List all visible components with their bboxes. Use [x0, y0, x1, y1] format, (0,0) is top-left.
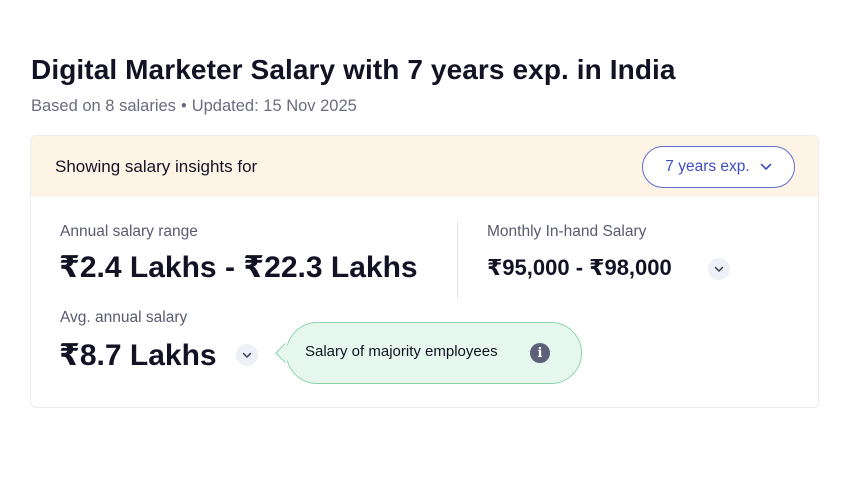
- salaries-count: Based on 8 salaries: [31, 97, 176, 115]
- page-title: Digital Marketer Salary with 7 years exp…: [31, 54, 676, 85]
- monthly-expand-button[interactable]: [708, 258, 730, 280]
- salary-page: Digital Marketer Salary with 7 years exp…: [0, 0, 848, 477]
- subtitle-separator: •: [180, 97, 187, 115]
- updated-date: Updated: 15 Nov 2025: [191, 97, 357, 115]
- salary-insights-card: Showing salary insights for 7 years exp.…: [30, 135, 819, 408]
- monthly-inhand-label: Monthly In-hand Salary: [487, 223, 647, 240]
- annual-range-label: Annual salary range: [60, 223, 198, 240]
- majority-salary-tooltip: Salary of majority employees i: [275, 322, 582, 384]
- annual-range-value: ₹2.4 Lakhs - ₹22.3 Lakhs: [59, 251, 418, 284]
- info-icon[interactable]: i: [530, 343, 550, 363]
- experience-dropdown[interactable]: 7 years exp.: [642, 146, 795, 188]
- chevron-down-icon: [242, 346, 252, 364]
- avg-expand-button[interactable]: [236, 344, 258, 366]
- showing-label: Showing salary insights for: [55, 157, 258, 176]
- column-divider: [457, 221, 458, 299]
- chevron-down-icon: [760, 163, 772, 171]
- tooltip-text: Salary of majority employees: [305, 343, 498, 360]
- avg-annual-value: ₹8.7 Lakhs: [59, 339, 217, 372]
- insights-header: Showing salary insights for 7 years exp.: [31, 136, 818, 197]
- monthly-inhand-value: ₹95,000 - ₹98,000: [487, 255, 672, 280]
- experience-value: 7 years exp.: [665, 158, 750, 175]
- page-subtitle: Based on 8 salaries • Updated: 15 Nov 2025: [31, 97, 357, 116]
- tooltip-arrow: [275, 343, 295, 363]
- avg-annual-label: Avg. annual salary: [60, 309, 188, 326]
- chevron-down-icon: [714, 260, 724, 278]
